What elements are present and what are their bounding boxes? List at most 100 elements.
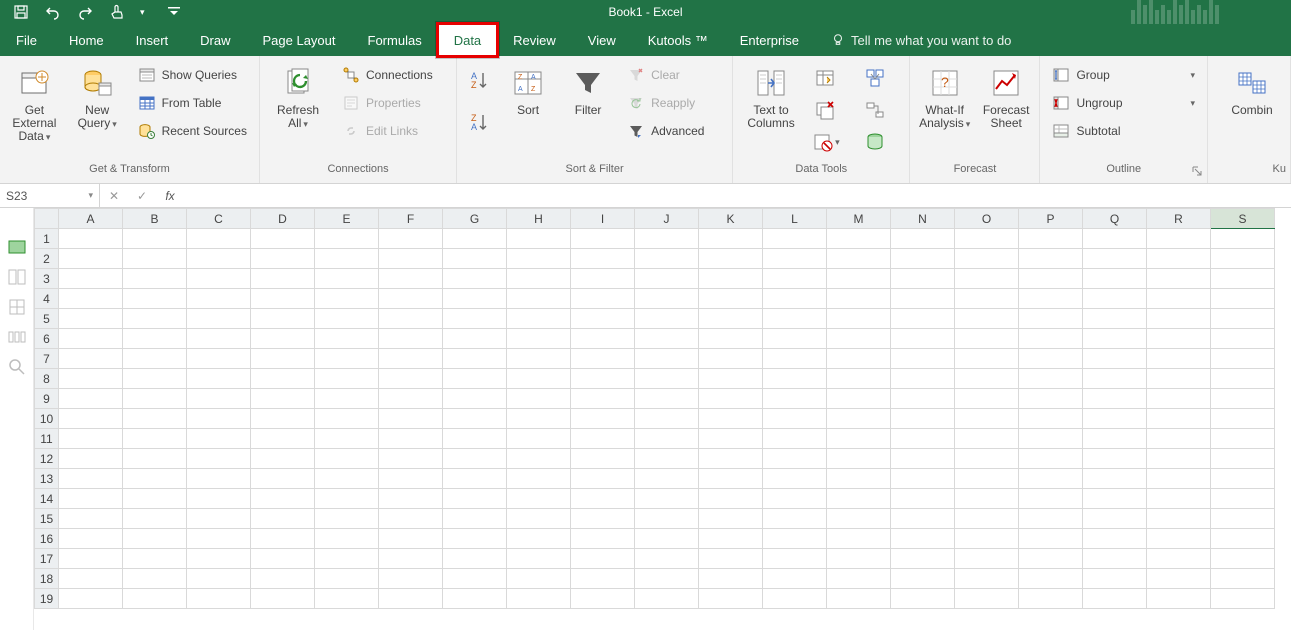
cell[interactable] (1083, 509, 1147, 529)
cell[interactable] (251, 569, 315, 589)
cell[interactable] (1083, 349, 1147, 369)
row-header[interactable]: 9 (35, 389, 59, 409)
row-header[interactable]: 11 (35, 429, 59, 449)
cell[interactable] (1147, 229, 1211, 249)
cell[interactable] (1147, 249, 1211, 269)
cell[interactable] (955, 429, 1019, 449)
cell[interactable] (891, 449, 955, 469)
cell[interactable] (123, 249, 187, 269)
cell[interactable] (1147, 409, 1211, 429)
name-box[interactable]: S23 (0, 184, 100, 207)
cell[interactable] (1211, 309, 1275, 329)
cell[interactable] (1019, 289, 1083, 309)
cell[interactable] (955, 329, 1019, 349)
cell[interactable] (315, 349, 379, 369)
cell[interactable] (187, 389, 251, 409)
cell[interactable] (891, 349, 955, 369)
data-validation-button[interactable] (811, 128, 851, 156)
cell[interactable] (315, 529, 379, 549)
cell[interactable] (891, 509, 955, 529)
cell[interactable] (571, 589, 635, 609)
cell[interactable] (635, 529, 699, 549)
tell-me-search[interactable]: Tell me what you want to do (815, 24, 1011, 56)
cell[interactable] (763, 249, 827, 269)
cell[interactable] (827, 249, 891, 269)
cell[interactable] (955, 349, 1019, 369)
cell[interactable] (827, 369, 891, 389)
page-break-view-icon[interactable] (8, 298, 26, 316)
cell[interactable] (571, 349, 635, 369)
cell[interactable] (123, 529, 187, 549)
cell[interactable] (699, 569, 763, 589)
cell[interactable] (379, 389, 443, 409)
cell[interactable] (59, 369, 123, 389)
cell[interactable] (251, 389, 315, 409)
cell[interactable] (59, 589, 123, 609)
relationships-button[interactable] (861, 96, 889, 124)
cell[interactable] (123, 269, 187, 289)
cell[interactable] (187, 349, 251, 369)
normal-view-icon[interactable] (8, 238, 26, 256)
cell[interactable] (955, 369, 1019, 389)
cell[interactable] (571, 269, 635, 289)
column-header[interactable]: N (891, 209, 955, 229)
row-header[interactable]: 15 (35, 509, 59, 529)
row-header[interactable]: 4 (35, 289, 59, 309)
cell[interactable] (443, 329, 507, 349)
cell[interactable] (635, 249, 699, 269)
tab-home[interactable]: Home (53, 24, 120, 56)
cell[interactable] (315, 309, 379, 329)
cell[interactable] (187, 249, 251, 269)
cell[interactable] (251, 509, 315, 529)
cell[interactable] (891, 409, 955, 429)
cell[interactable] (635, 429, 699, 449)
cell[interactable] (1083, 289, 1147, 309)
cell[interactable] (571, 469, 635, 489)
cell[interactable] (315, 509, 379, 529)
spreadsheet-grid[interactable]: ABCDEFGHIJKLMNOPQRS123456789101112131415… (34, 208, 1291, 630)
cell[interactable] (59, 529, 123, 549)
cell[interactable] (251, 349, 315, 369)
cell[interactable] (891, 489, 955, 509)
cell[interactable] (187, 409, 251, 429)
cell[interactable] (763, 269, 827, 289)
cell[interactable] (1083, 569, 1147, 589)
combine-button[interactable]: Combin (1222, 60, 1282, 117)
cell[interactable] (571, 309, 635, 329)
sort-button[interactable]: ZAAZ Sort (503, 60, 553, 117)
cell[interactable] (315, 389, 379, 409)
customize-qat-icon[interactable] (165, 3, 183, 21)
cell[interactable] (507, 469, 571, 489)
cell[interactable] (123, 349, 187, 369)
cell[interactable] (1019, 469, 1083, 489)
cell[interactable] (123, 389, 187, 409)
cell[interactable] (571, 409, 635, 429)
cell[interactable] (123, 329, 187, 349)
cell[interactable] (763, 309, 827, 329)
cell[interactable] (187, 309, 251, 329)
cell[interactable] (635, 289, 699, 309)
cell[interactable] (955, 569, 1019, 589)
select-all-cell[interactable] (35, 209, 59, 229)
column-header[interactable]: B (123, 209, 187, 229)
cell[interactable] (699, 309, 763, 329)
cell[interactable] (635, 589, 699, 609)
cell[interactable] (379, 309, 443, 329)
cell[interactable] (379, 369, 443, 389)
cell[interactable] (571, 549, 635, 569)
cell[interactable] (635, 349, 699, 369)
page-layout-view-icon[interactable] (8, 268, 26, 286)
cell[interactable] (1211, 389, 1275, 409)
cell[interactable] (443, 509, 507, 529)
cell[interactable] (1019, 489, 1083, 509)
cell[interactable] (443, 369, 507, 389)
cell[interactable] (1083, 549, 1147, 569)
cell[interactable] (827, 569, 891, 589)
cell[interactable] (763, 489, 827, 509)
fx-icon[interactable]: fx (156, 189, 184, 203)
cell[interactable] (1147, 289, 1211, 309)
row-header[interactable]: 6 (35, 329, 59, 349)
cell[interactable] (379, 349, 443, 369)
cell[interactable] (891, 249, 955, 269)
cell[interactable] (955, 309, 1019, 329)
